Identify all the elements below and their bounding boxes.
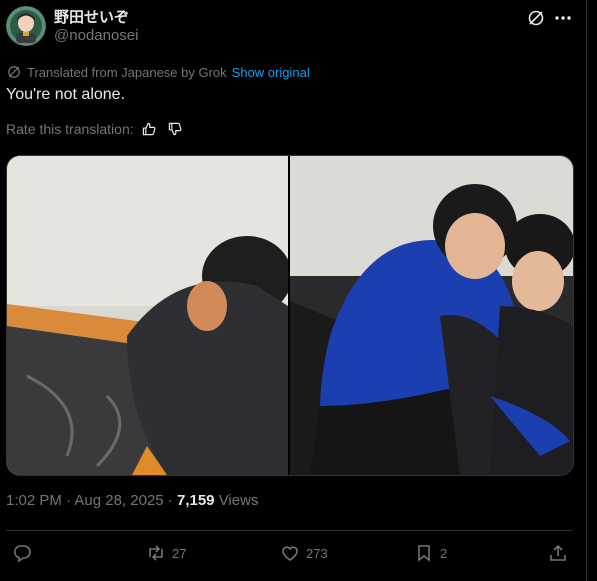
grok-icon[interactable] <box>526 8 546 28</box>
thumbs-up-icon[interactable] <box>141 121 157 137</box>
photo-left[interactable] <box>7 156 288 475</box>
repost-count: 27 <box>172 545 187 561</box>
media-grid[interactable] <box>6 155 574 476</box>
divider <box>6 530 572 531</box>
avatar[interactable] <box>6 6 46 46</box>
tweet-time[interactable]: 1:02 PM <box>6 492 62 509</box>
repost-button[interactable]: 27 <box>146 542 186 564</box>
repost-icon <box>149 545 163 561</box>
grok-icon <box>8 66 20 78</box>
bookmark-icon <box>418 545 430 562</box>
heart-icon <box>282 546 298 561</box>
views-label: Views <box>218 492 259 509</box>
tweet-date[interactable]: Aug 28, 2025 <box>74 492 163 509</box>
reply-icon <box>13 545 31 563</box>
translated-label: Translated from Japanese by Grok <box>27 64 227 80</box>
tweet-meta: 1:02 PM · Aug 28, 2025 · 7,159 Views <box>6 492 259 509</box>
like-button[interactable]: 273 <box>280 542 328 564</box>
reply-button[interactable] <box>12 542 38 564</box>
bookmark-count: 2 <box>440 545 448 561</box>
user-handle[interactable]: @nodanosei <box>54 27 138 44</box>
share-button[interactable] <box>548 542 568 564</box>
bookmark-button[interactable]: 2 <box>414 542 447 564</box>
show-original-link[interactable]: Show original <box>232 65 310 80</box>
views-count: 7,159 <box>176 492 215 509</box>
share-icon <box>550 544 566 561</box>
translation-row: Translated from Japanese by Grok Show or… <box>6 63 310 81</box>
tweet-text: You're not alone. <box>6 86 126 103</box>
column-border <box>586 0 587 581</box>
display-name[interactable]: 野田せいぞ <box>54 6 129 27</box>
more-icon[interactable] <box>553 8 573 28</box>
rate-label: Rate this translation: <box>6 121 134 137</box>
thumbs-down-icon[interactable] <box>167 121 183 137</box>
rate-translation-row: Rate this translation: <box>6 121 183 137</box>
photo-right[interactable] <box>290 156 573 475</box>
like-count: 273 <box>306 545 328 561</box>
